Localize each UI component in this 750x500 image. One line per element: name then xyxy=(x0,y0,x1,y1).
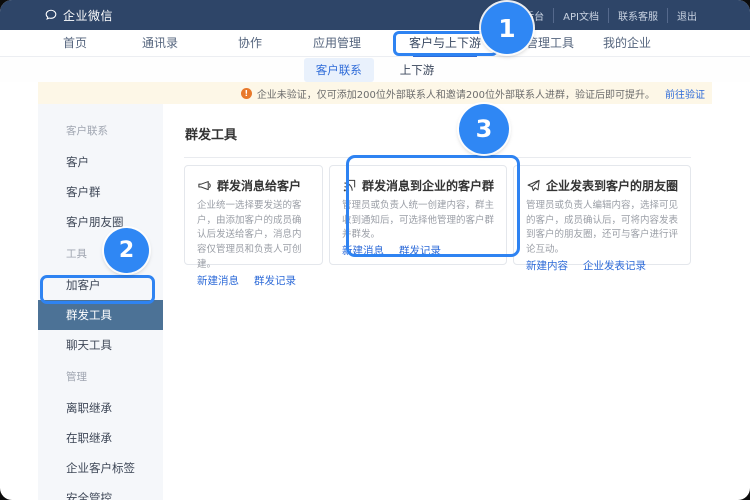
nav-contacts[interactable]: 通讯录 xyxy=(142,30,178,57)
wework-admin-window: 企业微信 服务商后台 API文档 联系客服 退出 首页 通讯录 协作 应用管理 … xyxy=(0,0,750,500)
send-history-link[interactable]: 群发记录 xyxy=(399,243,441,258)
app-logo[interactable]: 企业微信 xyxy=(44,0,113,30)
api-docs-link[interactable]: API文档 xyxy=(553,8,608,23)
step-badge-3: 3 xyxy=(459,104,509,154)
primary-nav: 首页 通讯录 协作 应用管理 客户与上下游 管理工具 我的企业 xyxy=(0,30,750,57)
card-description: 管理员或负责人编辑内容，选择可见的客户，成员确认后，可将内容发表到客户的朋友圈，… xyxy=(526,199,678,258)
card-description: 企业统一选择要发送的客户，由添加客户的成员确认后发送给客户，消息内容仅管理员和负… xyxy=(197,199,310,273)
nav-collaboration[interactable]: 协作 xyxy=(238,30,262,57)
verification-banner: 企业未验证，仅可添加200位外部联系人和邀请200位外部联系人进群，验证后即可提… xyxy=(38,82,712,104)
sidebar-item-customers[interactable]: 客户 xyxy=(38,147,163,177)
nav-customers-upstream[interactable]: 客户与上下游 xyxy=(409,30,481,57)
sidebar-item-resigned-inheritance[interactable]: 离职继承 xyxy=(38,393,163,423)
topbar: 企业微信 服务商后台 API文档 联系客服 退出 xyxy=(0,0,750,30)
new-content-link[interactable]: 新建内容 xyxy=(526,258,568,273)
chat-bubble-icon xyxy=(44,8,58,22)
go-verify-link[interactable]: 前往验证 xyxy=(665,86,705,101)
nav-home[interactable]: 首页 xyxy=(63,30,87,57)
verification-banner-text: 企业未验证，仅可添加200位外部联系人和邀请200位外部联系人进群，验证后即可提… xyxy=(257,86,655,101)
nav-management-tools[interactable]: 管理工具 xyxy=(526,30,574,57)
page-title: 群发工具 xyxy=(163,104,712,157)
step-badge-2: 2 xyxy=(104,228,149,273)
sidebar-item-customer-moments[interactable]: 客户朋友圈 xyxy=(38,207,163,237)
step-badge-1: 1 xyxy=(481,2,533,54)
subtab-bar: 客户联系 上下游 xyxy=(0,57,750,82)
paper-plane-icon xyxy=(526,178,541,193)
publish-history-link[interactable]: 企业发表记录 xyxy=(583,258,646,273)
broadcast-icon xyxy=(342,178,357,193)
sidebar-item-customer-tags[interactable]: 企业客户标签 xyxy=(38,453,163,483)
sidebar-item-chat-tools[interactable]: 聊天工具 xyxy=(38,330,163,360)
sidebar-item-bulk-message-tool[interactable]: 群发工具 xyxy=(38,300,163,330)
card-title: 群发消息到企业的客户群 xyxy=(362,177,494,194)
tab-customer-contact[interactable]: 客户联系 xyxy=(304,58,374,82)
sidebar-group-management: 管理 xyxy=(38,360,163,393)
sidebar-group-customer-contact: 客户联系 xyxy=(38,114,163,147)
sidebar-item-add-customer[interactable]: 加客户 xyxy=(38,270,163,300)
card-title: 企业发表到客户的朋友圈 xyxy=(546,177,678,194)
logout-link[interactable]: 退出 xyxy=(667,8,706,23)
nav-app-management[interactable]: 应用管理 xyxy=(313,30,361,57)
sidebar-item-security-control[interactable]: 安全管控 xyxy=(38,483,163,500)
sidebar-item-customer-groups[interactable]: 客户群 xyxy=(38,177,163,207)
card-publish-to-moments[interactable]: 企业发表到客户的朋友圈 管理员或负责人编辑内容，选择可见的客户，成员确认后，可将… xyxy=(513,165,691,265)
tab-upstream-downstream[interactable]: 上下游 xyxy=(388,58,447,82)
app-name: 企业微信 xyxy=(63,7,113,24)
nav-my-enterprise[interactable]: 我的企业 xyxy=(603,30,651,57)
warning-icon xyxy=(241,88,252,99)
card-bulk-message-to-groups[interactable]: 群发消息到企业的客户群 管理员或负责人统一创建内容，群主收到通知后，可选择他管理… xyxy=(329,165,507,265)
contact-support-link[interactable]: 联系客服 xyxy=(608,8,667,23)
sidebar-item-active-inheritance[interactable]: 在职继承 xyxy=(38,423,163,453)
sidebar: 客户联系 客户 客户群 客户朋友圈 工具 加客户 群发工具 聊天工具 管理 离职… xyxy=(38,104,163,500)
card-title: 群发消息给客户 xyxy=(217,177,301,194)
card-bulk-message-to-customers[interactable]: 群发消息给客户 企业统一选择要发送的客户，由添加客户的成员确认后发送给客户，消息… xyxy=(184,165,323,265)
send-history-link[interactable]: 群发记录 xyxy=(254,273,296,288)
main-content: 群发工具 群发消息给客户 企业统一选择要发送的客户，由添加客户的成员确认后发送给… xyxy=(163,104,712,500)
card-description: 管理员或负责人统一创建内容，群主收到通知后，可选择他管理的客户群并群发。 xyxy=(342,199,494,243)
new-message-link[interactable]: 新建消息 xyxy=(342,243,384,258)
tool-cards: 群发消息给客户 企业统一选择要发送的客户，由添加客户的成员确认后发送给客户，消息… xyxy=(163,158,712,265)
megaphone-icon xyxy=(197,178,212,193)
new-message-link[interactable]: 新建消息 xyxy=(197,273,239,288)
